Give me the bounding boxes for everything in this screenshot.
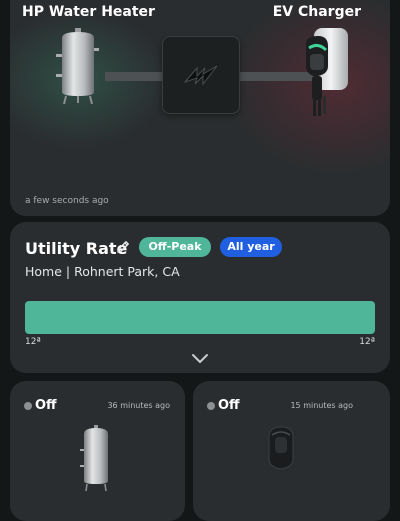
season-badge: All year bbox=[220, 237, 282, 257]
flow-timestamp: a few seconds ago bbox=[25, 196, 109, 206]
ev-charger-title: EV Charger bbox=[272, 4, 361, 20]
heater-device-card[interactable]: Off 36 minutes ago bbox=[10, 381, 185, 521]
pencil-edit-icon[interactable] bbox=[115, 239, 131, 255]
water-heater-icon bbox=[80, 425, 112, 491]
rate-location: Home | Rohnert Park, CA bbox=[25, 264, 180, 279]
ev-charger-icon[interactable] bbox=[296, 26, 352, 118]
water-heater-icon[interactable] bbox=[54, 28, 102, 104]
rate-timeline-bar bbox=[25, 301, 375, 334]
ev-charger-icon bbox=[263, 423, 299, 473]
heater-title: HP Water Heater bbox=[22, 4, 155, 20]
ev-device-card[interactable]: Off 15 minutes ago bbox=[193, 381, 390, 521]
heater-flow-line bbox=[105, 72, 165, 81]
ev-status: Off bbox=[218, 398, 240, 413]
utility-rate-card[interactable]: Utility Rate Off-Peak All year Home | Ro… bbox=[10, 222, 390, 373]
energy-flow-card: HP Water Heater EV Charger a few seconds… bbox=[10, 0, 390, 216]
heater-last-updated: 36 minutes ago bbox=[107, 401, 170, 410]
heater-status: Off bbox=[35, 398, 57, 413]
ev-last-updated: 15 minutes ago bbox=[290, 401, 353, 410]
status-dot bbox=[207, 402, 215, 410]
energy-hub[interactable] bbox=[162, 36, 240, 114]
timeline-start-tick: 12ª bbox=[25, 337, 41, 347]
off-peak-badge: Off-Peak bbox=[139, 237, 211, 257]
utility-rate-title: Utility Rate bbox=[25, 239, 128, 258]
status-dot bbox=[24, 402, 32, 410]
chevron-down-icon[interactable] bbox=[191, 353, 209, 365]
bolt-logo-icon bbox=[183, 65, 218, 86]
timeline-end-tick: 12ª bbox=[359, 337, 375, 347]
